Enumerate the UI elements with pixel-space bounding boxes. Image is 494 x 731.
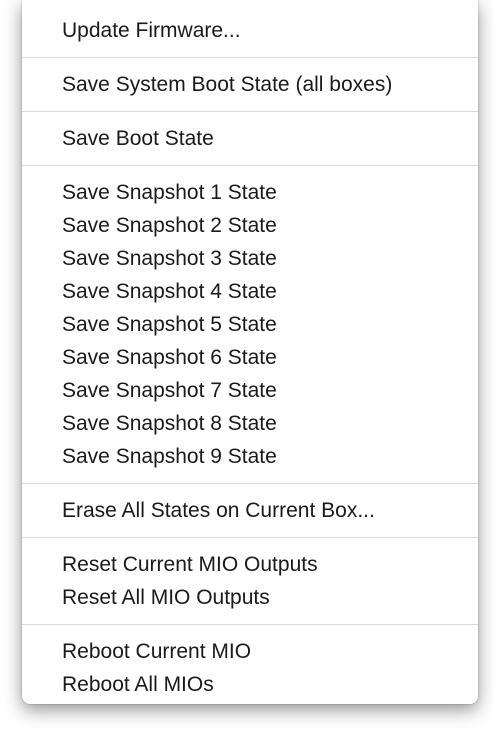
- menu-separator: [22, 483, 478, 484]
- context-menu: Update Firmware... Save System Boot Stat…: [22, 0, 478, 704]
- screen: Update Firmware... Save System Boot Stat…: [0, 0, 494, 731]
- menu-item-reboot-current-mio[interactable]: Reboot Current MIO: [22, 635, 478, 668]
- menu-item-update-firmware[interactable]: Update Firmware...: [22, 14, 478, 47]
- menu-item-save-snapshot-9[interactable]: Save Snapshot 9 State: [22, 440, 478, 473]
- menu-item-save-snapshot-6[interactable]: Save Snapshot 6 State: [22, 341, 478, 374]
- menu-item-reboot-all-mios[interactable]: Reboot All MIOs: [22, 668, 478, 701]
- menu-separator: [22, 57, 478, 58]
- menu-item-save-snapshot-3[interactable]: Save Snapshot 3 State: [22, 242, 478, 275]
- menu-item-save-snapshot-7[interactable]: Save Snapshot 7 State: [22, 374, 478, 407]
- menu-item-save-snapshot-4[interactable]: Save Snapshot 4 State: [22, 275, 478, 308]
- menu-separator: [22, 111, 478, 112]
- menu-separator: [22, 165, 478, 166]
- menu-item-save-snapshot-8[interactable]: Save Snapshot 8 State: [22, 407, 478, 440]
- menu-item-save-system-boot-state[interactable]: Save System Boot State (all boxes): [22, 68, 478, 101]
- menu-separator: [22, 624, 478, 625]
- menu-item-save-snapshot-1[interactable]: Save Snapshot 1 State: [22, 176, 478, 209]
- menu-item-reset-current-mio-outputs[interactable]: Reset Current MIO Outputs: [22, 548, 478, 581]
- menu-item-save-snapshot-5[interactable]: Save Snapshot 5 State: [22, 308, 478, 341]
- menu-item-reset-all-mio-outputs[interactable]: Reset All MIO Outputs: [22, 581, 478, 614]
- menu-separator: [22, 537, 478, 538]
- menu-item-save-snapshot-2[interactable]: Save Snapshot 2 State: [22, 209, 478, 242]
- menu-item-save-boot-state[interactable]: Save Boot State: [22, 122, 478, 155]
- menu-item-erase-all-states[interactable]: Erase All States on Current Box...: [22, 494, 478, 527]
